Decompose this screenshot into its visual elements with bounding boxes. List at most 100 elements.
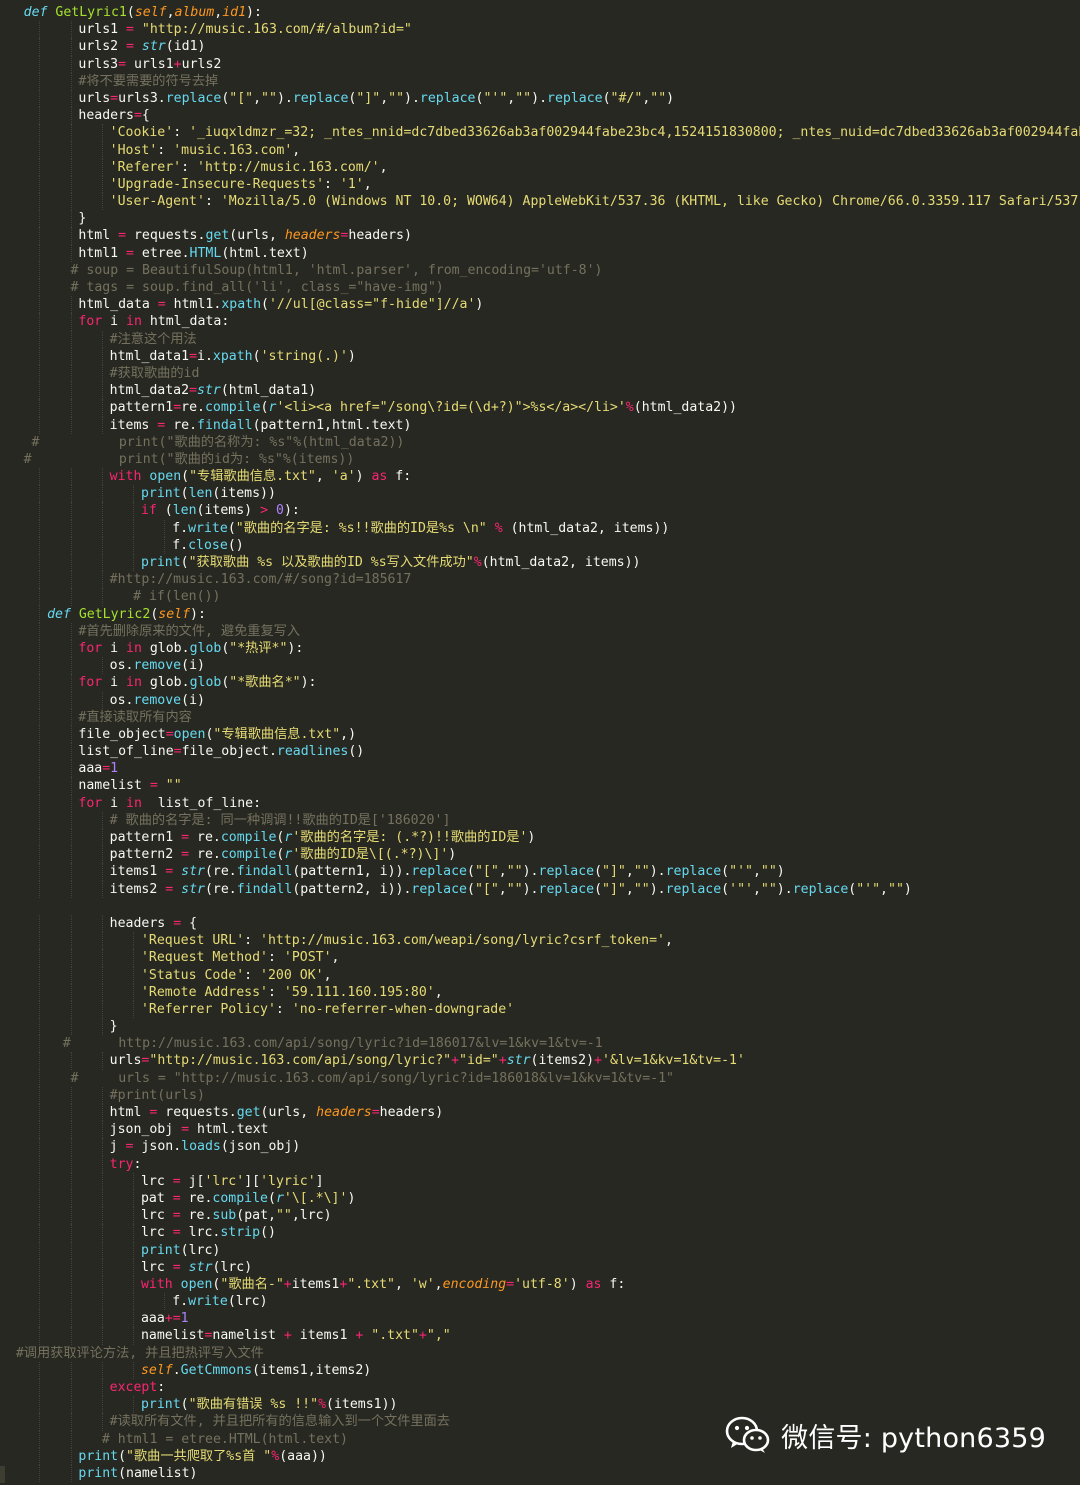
code-line[interactable]: headers={ <box>0 107 1080 125</box>
code-line[interactable]: 'Upgrade-Insecure-Requests': '1', <box>0 175 1080 194</box>
code-line[interactable]: print(namelist) <box>0 1464 1080 1483</box>
code-line[interactable]: 'Referer': 'http://music.163.com/', <box>0 158 1080 176</box>
code-line[interactable]: html_data = html1.xpath('//ul[@class="f-… <box>0 296 1080 314</box>
code-line[interactable]: #print(urls) <box>0 1086 1080 1104</box>
code-editor[interactable]: def GetLyric1(self,album,id1): urls1 = "h… <box>0 0 1080 1485</box>
code-line[interactable]: html_data1=i.xpath('string(.)') <box>0 347 1080 365</box>
code-line[interactable] <box>0 898 1080 915</box>
code-line[interactable]: html = requests.get(urls, headers=header… <box>0 227 1080 245</box>
code-line[interactable]: with open("歌曲名-"+items1+".txt", 'w',enco… <box>0 1275 1080 1294</box>
code-token: () <box>260 1225 276 1241</box>
code-line[interactable]: print(len(items)) <box>0 485 1080 503</box>
code-line[interactable]: for i in html_data: <box>0 313 1080 331</box>
code-line[interactable]: urls=urls3.replace("[","").replace("]","… <box>0 89 1080 108</box>
code-line[interactable]: # print("歌曲的名称为: %s"%(html_data2)) <box>0 434 1080 451</box>
code-line[interactable]: 'Status Code': '200 OK', <box>0 966 1080 984</box>
indent-guide <box>70 1464 73 1483</box>
code-line[interactable]: lrc = lrc.strip() <box>0 1224 1080 1242</box>
code-line[interactable]: file_object=open("专辑歌曲信息.txt",) <box>0 725 1080 744</box>
code-token: + <box>173 56 182 72</box>
indent-guide <box>39 1207 41 1225</box>
code-line[interactable]: # http://music.163.com/api/song/lyric?id… <box>0 1035 1080 1053</box>
code-line[interactable]: namelist = "" <box>0 777 1080 795</box>
code-line[interactable]: if (len(items) > 0): <box>0 502 1080 520</box>
code-line[interactable]: lrc = re.sub(pat,"",lrc) <box>0 1207 1080 1225</box>
code-text: urls3= urls1+urls2 <box>78 56 221 73</box>
code-line[interactable]: urls2 = str(id1) <box>0 38 1080 56</box>
code-line[interactable]: print(lrc) <box>0 1241 1080 1259</box>
code-line[interactable]: urls="http://music.163.com/api/song/lyri… <box>0 1052 1080 1070</box>
indent-guide <box>39 313 41 331</box>
code-line[interactable]: f.write(lrc) <box>0 1293 1080 1311</box>
code-line[interactable]: # print("歌曲的id为: %s"%(items)) <box>0 451 1080 468</box>
code-line[interactable]: print("获取歌曲 %s 以及歌曲的ID %s写入文件成功"%(html_d… <box>0 554 1080 572</box>
code-line[interactable]: for i in glob.glob("*热评*"): <box>0 639 1080 658</box>
code-line[interactable]: aaa+=1 <box>0 1310 1080 1328</box>
code-line[interactable]: 'User-Agent': 'Mozilla/5.0 (Windows NT 1… <box>0 193 1080 211</box>
code-line[interactable]: j = json.loads(json_obj) <box>0 1138 1080 1156</box>
code-line[interactable]: os.remove(i) <box>0 657 1080 675</box>
code-line[interactable]: 'Request Method': 'POST', <box>0 949 1080 967</box>
code-line[interactable]: self.GetCmmons(items1,items2) <box>0 1361 1080 1379</box>
code-line[interactable]: os.remove(i) <box>0 691 1080 709</box>
code-line[interactable]: 'Request URL': 'http://music.163.com/wea… <box>0 932 1080 950</box>
code-line[interactable]: #直接读取所有内容 <box>0 708 1080 726</box>
code-line[interactable]: #首先删除原来的文件, 避免重复写入 <box>0 622 1080 640</box>
code-line[interactable]: pattern1 = re.compile(r'歌曲的名字是: (.*?)!!歌… <box>0 829 1080 847</box>
code-line[interactable]: #获取歌曲的id <box>0 364 1080 383</box>
indent-guide <box>101 193 104 211</box>
code-line[interactable]: try: <box>0 1155 1080 1173</box>
code-line[interactable]: # 歌曲的名字是: 同一种调调!!歌曲的ID是['186020'] <box>0 811 1080 829</box>
code-line[interactable]: except: <box>0 1379 1080 1397</box>
code-token: i <box>102 795 127 811</box>
code-line[interactable]: html_data2=str(html_data1) <box>0 382 1080 400</box>
indent-guide <box>39 382 41 400</box>
code-line[interactable]: #注意这个用法 <box>0 330 1080 348</box>
code-line[interactable]: for i in glob.glob("*歌曲名*"): <box>0 674 1080 692</box>
code-token: , <box>498 881 507 897</box>
code-line[interactable]: pattern2 = re.compile(r'歌曲的ID是\[(.*?)\]'… <box>0 846 1080 864</box>
code-line[interactable]: 'Referrer Policy': 'no-referrer-when-dow… <box>0 1000 1080 1019</box>
code-line[interactable]: headers = { <box>0 914 1080 933</box>
indent-guide <box>39 554 41 572</box>
code-area[interactable]: def GetLyric1(self,album,id1): urls1 = "h… <box>0 4 1080 1483</box>
code-line[interactable]: # if(len()) <box>0 588 1080 606</box>
code-line[interactable]: pattern1=re.compile(r'<li><a href="/song… <box>0 399 1080 417</box>
code-line[interactable]: pat = re.compile(r'\[.*\]') <box>0 1189 1080 1208</box>
code-line[interactable]: } <box>0 210 1080 228</box>
code-line[interactable]: items1 = str(re.findall(pattern1, i)).re… <box>0 863 1080 881</box>
code-text: def GetLyric1(self,album,id1): <box>24 4 262 21</box>
code-line[interactable]: # tags = soup.find_all('li', class_="hav… <box>0 279 1080 297</box>
code-line[interactable]: #将不要需要的符号去掉 <box>0 72 1080 90</box>
code-line[interactable]: urls1 = "http://music.163.com/#/album?id… <box>0 21 1080 39</box>
code-line[interactable]: #调用获取评论方法, 并且把热评写入文件 <box>0 1345 1080 1362</box>
code-line[interactable]: #http://music.163.com/#/song?id=185617 <box>0 571 1080 589</box>
code-line[interactable]: aaa=1 <box>0 760 1080 778</box>
code-line[interactable]: items = re.findall(pattern1,html.text) <box>0 416 1080 434</box>
code-line[interactable]: html = requests.get(urls, headers=header… <box>0 1104 1080 1122</box>
code-line[interactable]: # urls = "http://music.163.com/api/song/… <box>0 1069 1080 1087</box>
code-line[interactable]: def GetLyric1(self,album,id1): <box>0 4 1080 21</box>
code-line[interactable]: urls3= urls1+urls2 <box>0 55 1080 73</box>
code-line[interactable]: f.close() <box>0 536 1080 554</box>
code-line[interactable]: lrc = str(lrc) <box>0 1258 1080 1276</box>
code-line[interactable]: f.write("歌曲的名字是: %s!!歌曲的ID是%s \n" % (htm… <box>0 519 1080 537</box>
code-line[interactable]: json_obj = html.text <box>0 1121 1080 1139</box>
code-line[interactable]: html1 = etree.HTML(html.text) <box>0 244 1080 262</box>
code-line[interactable]: namelist=namelist + items1 + ".txt"+"," <box>0 1327 1080 1345</box>
code-line[interactable]: def GetLyric2(self): <box>0 605 1080 623</box>
code-token: ( <box>260 400 269 416</box>
code-line[interactable]: for i in list_of_line: <box>0 794 1080 812</box>
code-line[interactable]: 'Host': 'music.163.com', <box>0 141 1080 159</box>
code-line[interactable]: 'Remote Address': '59.111.160.195:80', <box>0 983 1080 1001</box>
code-line[interactable]: # soup = BeautifulSoup(html1, 'html.pars… <box>0 261 1080 279</box>
code-token: glob. <box>141 675 190 691</box>
code-line[interactable]: list_of_line=file_object.readlines() <box>0 743 1080 761</box>
code-line[interactable]: lrc = j['lrc']['lyric'] <box>0 1172 1080 1190</box>
code-line[interactable]: items2 = str(re.findall(pattern2, i)).re… <box>0 880 1080 898</box>
code-line[interactable]: 'Cookie': '_iuqxldmzr_=32; _ntes_nnid=dc… <box>0 124 1080 142</box>
code-line[interactable]: print("歌曲有错误 %s !!"%(items1)) <box>0 1396 1080 1414</box>
code-line[interactable]: } <box>0 1018 1080 1036</box>
code-line[interactable]: with open("专辑歌曲信息.txt", 'a') as f: <box>0 468 1080 486</box>
